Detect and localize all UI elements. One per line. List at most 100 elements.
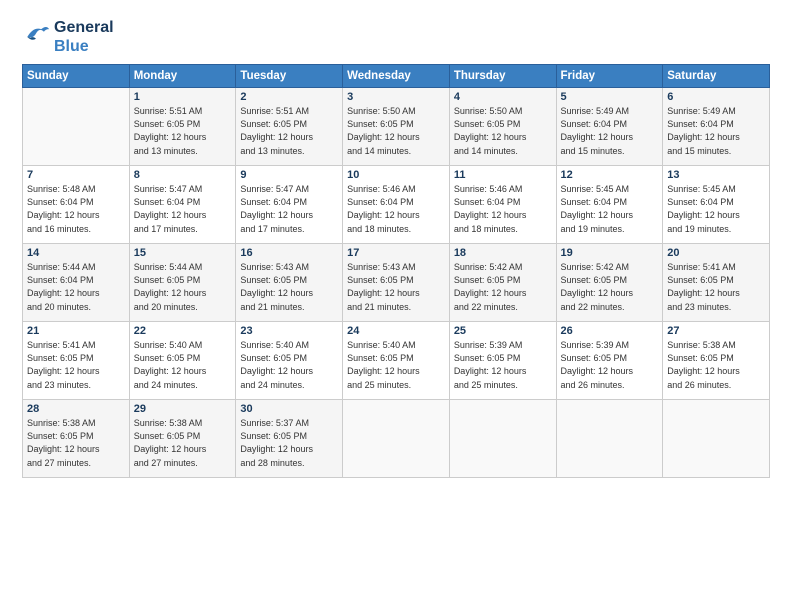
day-number: 12 — [561, 169, 659, 181]
calendar-cell: 6Sunrise: 5:49 AM Sunset: 6:04 PM Daylig… — [663, 88, 770, 166]
calendar-cell: 11 Sunrise: 5:46 AM Sunset: 6:04 PM Dayli… — [449, 166, 556, 244]
logo: General Blue — [22, 18, 114, 56]
calendar-header-row: SundayMondayTuesdayWednesdayThursdayFrid… — [23, 65, 770, 88]
day-number: 22 — [134, 325, 232, 337]
day-number: 29 — [134, 403, 232, 415]
day-number: 10 — [347, 169, 445, 181]
calendar-cell: 19 Sunrise: 5:42 AM Sunset: 6:05 PM Dayli… — [556, 244, 663, 322]
day-info: Sunrise: 5:45 AM Sunset: 6:04 PM Dayligh… — [561, 183, 659, 235]
calendar-cell — [663, 400, 770, 478]
day-number: 17 — [347, 247, 445, 259]
day-info: Sunrise: 5:40 AM Sunset: 6:05 PM Dayligh… — [240, 339, 338, 391]
calendar-cell: 23 Sunrise: 5:40 AM Sunset: 6:05 PM Dayli… — [236, 322, 343, 400]
day-number: 7 — [27, 169, 125, 181]
day-info: Sunrise: 5:46 AM Sunset: 6:04 PM Dayligh… — [454, 183, 552, 235]
day-info: Sunrise: 5:38 AM Sunset: 6:05 PM Dayligh… — [667, 339, 765, 391]
calendar-cell: 29 Sunrise: 5:38 AM Sunset: 6:05 PM Dayli… — [129, 400, 236, 478]
calendar-day-header: Tuesday — [236, 65, 343, 88]
logo-bird-icon — [22, 19, 50, 55]
calendar-cell — [556, 400, 663, 478]
day-info: Sunrise: 5:43 AM Sunset: 6:05 PM Dayligh… — [240, 261, 338, 313]
day-info: Sunrise: 5:44 AM Sunset: 6:04 PM Dayligh… — [27, 261, 125, 313]
day-number: 19 — [561, 247, 659, 259]
calendar-cell: 7 Sunrise: 5:48 AM Sunset: 6:04 PM Daylig… — [23, 166, 130, 244]
calendar-cell: 9Sunrise: 5:47 AM Sunset: 6:04 PM Daylig… — [236, 166, 343, 244]
page: General Blue SundayMondayTuesdayWednesda… — [0, 0, 792, 488]
calendar-cell: 1 Sunrise: 5:51 AM Sunset: 6:05 PM Daylig… — [129, 88, 236, 166]
day-info: Sunrise: 5:38 AM Sunset: 6:05 PM Dayligh… — [134, 417, 232, 469]
calendar-week-row: 1 Sunrise: 5:51 AM Sunset: 6:05 PM Daylig… — [23, 88, 770, 166]
day-number: 24 — [347, 325, 445, 337]
day-info: Sunrise: 5:42 AM Sunset: 6:05 PM Dayligh… — [561, 261, 659, 313]
day-info: Sunrise: 5:45 AM Sunset: 6:04 PM Dayligh… — [667, 183, 765, 235]
day-number: 11 — [454, 169, 552, 181]
day-info: Sunrise: 5:40 AM Sunset: 6:05 PM Dayligh… — [134, 339, 232, 391]
calendar-cell: 21 Sunrise: 5:41 AM Sunset: 6:05 PM Dayli… — [23, 322, 130, 400]
calendar-cell: 26Sunrise: 5:39 AM Sunset: 6:05 PM Dayli… — [556, 322, 663, 400]
day-number: 6 — [667, 91, 765, 103]
calendar-cell: 24 Sunrise: 5:40 AM Sunset: 6:05 PM Dayli… — [343, 322, 450, 400]
day-info: Sunrise: 5:44 AM Sunset: 6:05 PM Dayligh… — [134, 261, 232, 313]
calendar-cell: 18Sunrise: 5:42 AM Sunset: 6:05 PM Dayli… — [449, 244, 556, 322]
day-number: 5 — [561, 91, 659, 103]
calendar-cell: 12 Sunrise: 5:45 AM Sunset: 6:04 PM Dayli… — [556, 166, 663, 244]
calendar-cell: 3Sunrise: 5:50 AM Sunset: 6:05 PM Daylig… — [343, 88, 450, 166]
calendar-cell: 13 Sunrise: 5:45 AM Sunset: 6:04 PM Dayli… — [663, 166, 770, 244]
day-info: Sunrise: 5:43 AM Sunset: 6:05 PM Dayligh… — [347, 261, 445, 313]
calendar-body: 1 Sunrise: 5:51 AM Sunset: 6:05 PM Daylig… — [23, 88, 770, 478]
day-info: Sunrise: 5:48 AM Sunset: 6:04 PM Dayligh… — [27, 183, 125, 235]
header: General Blue — [22, 18, 770, 56]
day-info: Sunrise: 5:47 AM Sunset: 6:04 PM Dayligh… — [134, 183, 232, 235]
calendar-cell: 5Sunrise: 5:49 AM Sunset: 6:04 PM Daylig… — [556, 88, 663, 166]
day-number: 20 — [667, 247, 765, 259]
calendar-cell: 25 Sunrise: 5:39 AM Sunset: 6:05 PM Dayli… — [449, 322, 556, 400]
calendar-day-header: Wednesday — [343, 65, 450, 88]
day-info: Sunrise: 5:39 AM Sunset: 6:05 PM Dayligh… — [454, 339, 552, 391]
day-number: 21 — [27, 325, 125, 337]
calendar-cell: 20Sunrise: 5:41 AM Sunset: 6:05 PM Dayli… — [663, 244, 770, 322]
day-number: 1 — [134, 91, 232, 103]
day-number: 23 — [240, 325, 338, 337]
day-info: Sunrise: 5:40 AM Sunset: 6:05 PM Dayligh… — [347, 339, 445, 391]
calendar-week-row: 28 Sunrise: 5:38 AM Sunset: 6:05 PM Dayli… — [23, 400, 770, 478]
calendar-cell: 8 Sunrise: 5:47 AM Sunset: 6:04 PM Daylig… — [129, 166, 236, 244]
day-number: 28 — [27, 403, 125, 415]
calendar-week-row: 7 Sunrise: 5:48 AM Sunset: 6:04 PM Daylig… — [23, 166, 770, 244]
calendar-cell: 4 Sunrise: 5:50 AM Sunset: 6:05 PM Daylig… — [449, 88, 556, 166]
calendar-cell: 15 Sunrise: 5:44 AM Sunset: 6:05 PM Dayli… — [129, 244, 236, 322]
day-number: 15 — [134, 247, 232, 259]
day-info: Sunrise: 5:41 AM Sunset: 6:05 PM Dayligh… — [27, 339, 125, 391]
logo-blue: Blue — [54, 37, 114, 56]
calendar-week-row: 14 Sunrise: 5:44 AM Sunset: 6:04 PM Dayli… — [23, 244, 770, 322]
day-info: Sunrise: 5:50 AM Sunset: 6:05 PM Dayligh… — [454, 105, 552, 157]
calendar-cell: 16Sunrise: 5:43 AM Sunset: 6:05 PM Dayli… — [236, 244, 343, 322]
logo-general: General — [54, 18, 114, 37]
calendar-day-header: Saturday — [663, 65, 770, 88]
day-info: Sunrise: 5:38 AM Sunset: 6:05 PM Dayligh… — [27, 417, 125, 469]
calendar-cell: 2Sunrise: 5:51 AM Sunset: 6:05 PM Daylig… — [236, 88, 343, 166]
calendar-table: SundayMondayTuesdayWednesdayThursdayFrid… — [22, 64, 770, 478]
day-number: 2 — [240, 91, 338, 103]
calendar-cell: 30Sunrise: 5:37 AM Sunset: 6:05 PM Dayli… — [236, 400, 343, 478]
calendar-cell — [23, 88, 130, 166]
day-number: 25 — [454, 325, 552, 337]
day-number: 27 — [667, 325, 765, 337]
calendar-day-header: Thursday — [449, 65, 556, 88]
day-number: 4 — [454, 91, 552, 103]
calendar-cell: 17 Sunrise: 5:43 AM Sunset: 6:05 PM Dayli… — [343, 244, 450, 322]
day-number: 8 — [134, 169, 232, 181]
day-info: Sunrise: 5:50 AM Sunset: 6:05 PM Dayligh… — [347, 105, 445, 157]
day-number: 13 — [667, 169, 765, 181]
calendar-cell: 28 Sunrise: 5:38 AM Sunset: 6:05 PM Dayli… — [23, 400, 130, 478]
calendar-cell — [343, 400, 450, 478]
calendar-day-header: Sunday — [23, 65, 130, 88]
day-number: 18 — [454, 247, 552, 259]
calendar-cell — [449, 400, 556, 478]
calendar-cell: 22 Sunrise: 5:40 AM Sunset: 6:05 PM Dayli… — [129, 322, 236, 400]
day-number: 14 — [27, 247, 125, 259]
day-number: 30 — [240, 403, 338, 415]
calendar-cell: 10 Sunrise: 5:46 AM Sunset: 6:04 PM Dayli… — [343, 166, 450, 244]
day-info: Sunrise: 5:46 AM Sunset: 6:04 PM Dayligh… — [347, 183, 445, 235]
day-info: Sunrise: 5:51 AM Sunset: 6:05 PM Dayligh… — [134, 105, 232, 157]
day-info: Sunrise: 5:39 AM Sunset: 6:05 PM Dayligh… — [561, 339, 659, 391]
